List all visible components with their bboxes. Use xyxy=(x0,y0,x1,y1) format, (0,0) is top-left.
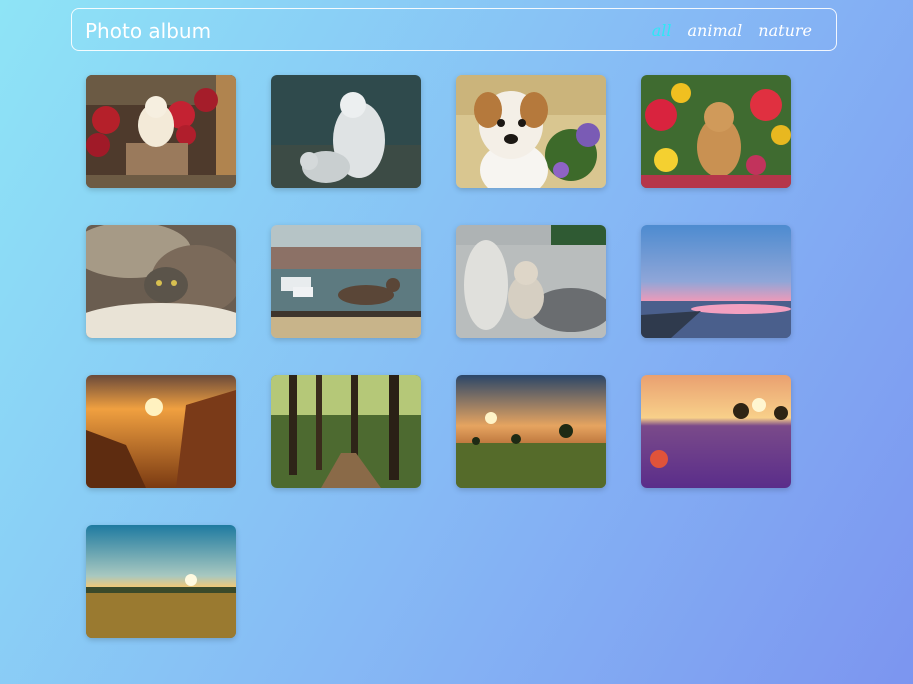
photo-grid xyxy=(86,75,796,638)
album-header: Photo album all animal nature xyxy=(71,8,837,51)
photo-kitten-sofa[interactable] xyxy=(456,225,606,338)
photo-mountain-sunrise[interactable] xyxy=(86,375,236,488)
page-title: Photo album xyxy=(85,19,212,43)
filter-nav: all animal nature xyxy=(652,21,812,40)
photo-field-sunset[interactable] xyxy=(86,525,236,638)
photo-cat-under-blanket[interactable] xyxy=(86,225,236,338)
photo-pink-sunset-sea[interactable] xyxy=(641,225,791,338)
photo-white-wolves[interactable] xyxy=(271,75,421,188)
filter-nature-link[interactable]: nature xyxy=(758,21,812,40)
photo-meadow-sunrise[interactable] xyxy=(456,375,606,488)
photo-forest-path[interactable] xyxy=(271,375,421,488)
filter-animal-link[interactable]: animal xyxy=(688,21,743,40)
photo-puppy-on-crate[interactable] xyxy=(86,75,236,188)
filter-all-link[interactable]: all xyxy=(652,21,672,40)
photo-jack-russell-puppy[interactable] xyxy=(456,75,606,188)
photo-cat-harbor[interactable] xyxy=(271,225,421,338)
photo-lavender-field[interactable] xyxy=(641,375,791,488)
photo-golden-puppy-flowers[interactable] xyxy=(641,75,791,188)
